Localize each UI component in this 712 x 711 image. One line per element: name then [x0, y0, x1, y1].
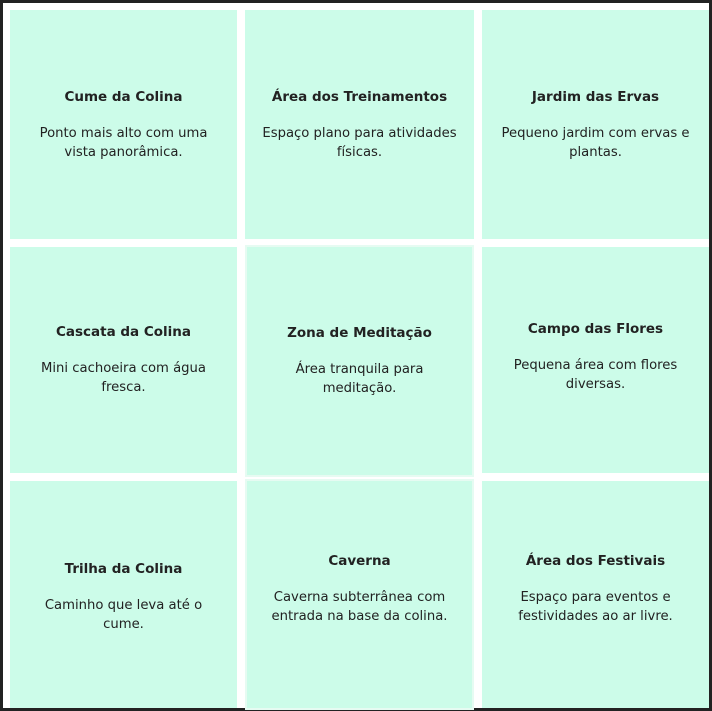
- tile-area-dos-treinamentos: Área dos Treinamentos Espaço plano para …: [245, 10, 474, 239]
- tile-title: Zona de Meditação: [287, 325, 432, 341]
- tile-title: Área dos Treinamentos: [271, 88, 448, 105]
- tile-caverna: Caverna Caverna subterrânea com entrada …: [245, 479, 474, 710]
- tile-zona-de-meditacao: Zona de Meditação Área tranquila para me…: [245, 245, 474, 477]
- tile-title: Cascata da Colina: [55, 324, 192, 340]
- tile-trilha-da-colina: Trilha da Colina Caminho que leva até o …: [10, 481, 237, 708]
- tile-campo-das-flores: Campo das Flores Pequena área com flores…: [482, 247, 709, 473]
- tile-description: Espaço plano para atividades físicas.: [262, 125, 457, 160]
- tile-description: Caminho que leva até o cume.: [44, 597, 203, 632]
- tile-jardim-das-ervas: Jardim das Ervas Pequeno jardim com erva…: [482, 10, 709, 239]
- tile-description: Pequeno jardim com ervas e plantas.: [501, 125, 690, 160]
- tile-title: Campo das Flores: [527, 321, 664, 337]
- tile-description: Caverna subterrânea com entrada na base …: [271, 589, 448, 624]
- tile-description: Pequena área com flores diversas.: [513, 358, 678, 392]
- tile-description: Mini cachoeira com água fresca.: [41, 361, 206, 395]
- tile-title: Trilha da Colina: [64, 560, 183, 577]
- tile-cume-da-colina: Cume da Colina Ponto mais alto com uma v…: [10, 10, 237, 239]
- tile-area-dos-festivais: Área dos Festivais Espaço para eventos e…: [482, 481, 709, 708]
- tile-title: Caverna: [328, 552, 391, 569]
- map-grid-frame: Cume da Colina Ponto mais alto com uma v…: [0, 0, 712, 711]
- tile-title: Área dos Festivais: [525, 552, 666, 569]
- tile-title: Jardim das Ervas: [531, 88, 660, 105]
- tile-title: Cume da Colina: [64, 88, 183, 105]
- tile-description: Ponto mais alto com uma vista panorâmica…: [39, 125, 208, 160]
- tile-description: Área tranquila para meditação.: [295, 362, 424, 396]
- tile-description: Espaço para eventos e festividades ao ar…: [518, 589, 673, 624]
- tile-cascata-da-colina: Cascata da Colina Mini cachoeira com águ…: [10, 247, 237, 473]
